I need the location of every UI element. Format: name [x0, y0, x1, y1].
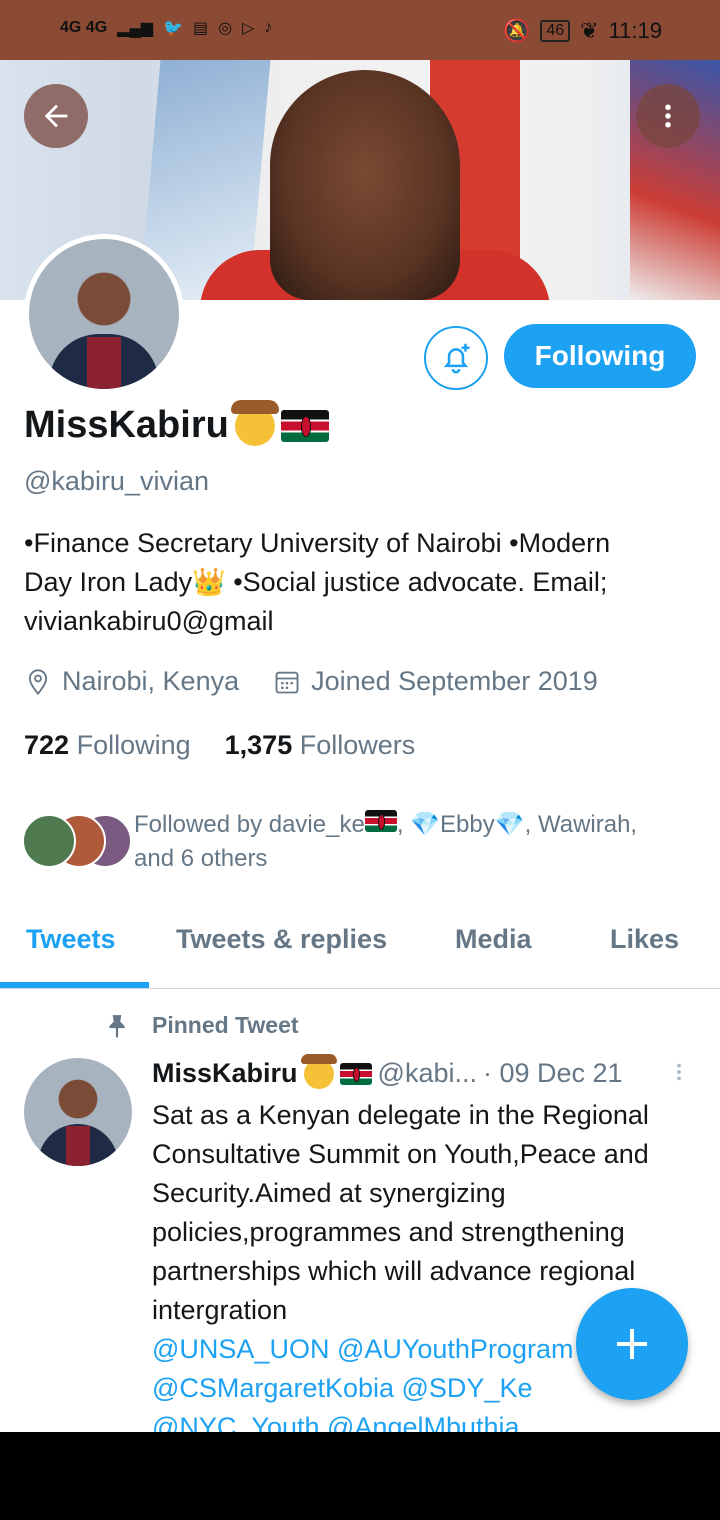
following-count-link[interactable]: 722 Following: [24, 730, 191, 761]
mentions-line-3[interactable]: @NYC_Youth @AngelMbuthia: [152, 1408, 720, 1432]
bell-plus-icon: [443, 343, 470, 374]
bio-line-2b: •Social justice advocate. Email;: [225, 567, 608, 597]
location-text: Nairobi, Kenya: [62, 666, 240, 696]
status-icons-right: 🔕 46 ❦ 11:19: [503, 18, 662, 44]
cowboy-emoji: [300, 1053, 337, 1089]
following-label: Following: [76, 730, 191, 760]
tweet-avatar-shirt: [66, 1126, 90, 1166]
battery-indicator: 46: [540, 20, 571, 42]
bio-line-2a: Day Iron Lady: [24, 567, 193, 597]
joined-text: Joined September 2019: [311, 666, 598, 696]
tab-likes[interactable]: Likes: [610, 924, 679, 955]
tab-tweets[interactable]: Tweets: [26, 924, 116, 955]
active-tab-indicator: [0, 982, 149, 988]
pin-icon: [109, 1014, 125, 1038]
bio-line-2: Day Iron Lady👑 •Social justice advocate.…: [24, 563, 704, 602]
banner-portrait: [270, 70, 460, 300]
tiktok-icon: ♪: [264, 19, 273, 36]
status-icons-left: 4G 4G ▂▄▆ 🐦 ▤ ◎ ▷ ♪: [60, 18, 272, 38]
tweet-date: · 09 Dec 21: [483, 1058, 623, 1088]
back-button[interactable]: [24, 84, 88, 148]
bio-line-1: •Finance Secretary University of Nairobi…: [24, 528, 611, 558]
profile-name-text: MissKabiru: [24, 404, 229, 446]
followers-count-link[interactable]: 1,375 Followers: [225, 730, 416, 761]
profile-tabs: Tweets Tweets & replies Media Likes: [0, 912, 720, 989]
kenya-flag-emoji: [339, 1062, 372, 1085]
compose-tweet-button[interactable]: [576, 1288, 688, 1400]
tab-tweets-replies[interactable]: Tweets & replies: [176, 924, 387, 955]
profile-name: MissKabiru: [24, 399, 329, 447]
crown-emoji: 👑: [192, 567, 226, 597]
tab-media[interactable]: Media: [455, 924, 532, 955]
followers-count: 1,375: [224, 730, 293, 760]
signal-icon: ▂▄▆: [117, 20, 154, 37]
profile-bio: •Finance Secretary University of Nairobi…: [24, 524, 704, 641]
notifications-button[interactable]: [424, 326, 488, 390]
network-signal-label: 4G 4G: [60, 19, 108, 36]
screen: 4G 4G ▂▄▆ 🐦 ▤ ◎ ▷ ♪ 🔕 46 ❦ 11:19 Followi…: [0, 0, 720, 1432]
arrow-left-icon: [44, 104, 68, 128]
follow-counts: 722 Following 1,375 Followers: [24, 730, 415, 761]
cowboy-emoji: [230, 399, 279, 446]
leaf-icon: ❦: [580, 18, 599, 43]
followed-by-part-a: Followed by davie_ke: [134, 811, 365, 838]
more-options-button[interactable]: [636, 84, 700, 148]
bio-line-3[interactable]: viviankabiru0@gmail: [24, 602, 704, 641]
followed-by-part-c: and 6 others: [134, 845, 268, 872]
profile-avatar[interactable]: [24, 234, 184, 394]
calendar-icon: [275, 671, 299, 693]
followed-by-avatars[interactable]: [22, 814, 132, 868]
status-bar: 4G 4G ▂▄▆ 🐦 ▤ ◎ ▷ ♪ 🔕 46 ❦ 11:19: [0, 0, 720, 60]
instagram-icon: ◎: [218, 20, 233, 37]
followers-label: Followers: [299, 730, 416, 760]
location-pin-icon: [28, 668, 48, 695]
tweet-avatar[interactable]: [24, 1058, 132, 1166]
profile-handle: @kabiru_vivian: [24, 466, 209, 496]
following-count: 722: [24, 730, 70, 760]
followed-by-text[interactable]: Followed by davie_ke , 💎Ebby💎, Wawirah, a…: [134, 808, 694, 876]
more-vertical-icon: [665, 104, 671, 128]
tweet-handle: @kabi...: [377, 1058, 477, 1088]
kenya-flag-emoji: [280, 409, 329, 442]
avatar-shirt: [87, 337, 121, 389]
following-button[interactable]: Following: [504, 324, 696, 388]
pinned-label-text: Pinned Tweet: [152, 1012, 299, 1038]
plus-icon: [617, 1329, 647, 1359]
clock-time: 11:19: [608, 18, 662, 43]
follower-avatar-1: [22, 814, 76, 868]
more-vertical-icon: [677, 1063, 681, 1081]
tweet-more-button[interactable]: [668, 1058, 690, 1093]
twitter-icon: 🐦: [163, 20, 184, 37]
play-icon: ▷: [242, 20, 255, 37]
tweet-author[interactable]: MissKabiru: [152, 1058, 298, 1089]
message-icon: ▤: [193, 20, 209, 37]
kenya-flag-emoji: [364, 810, 397, 832]
followed-by-part-b: , 💎Ebby💎, Wawirah,: [396, 811, 638, 838]
profile-meta: Nairobi, Kenya Joined September 2019: [24, 666, 598, 697]
pinned-tweet-label: Pinned Tweet: [104, 1012, 299, 1039]
tweet-header: MissKabiru @kabi... · 09 Dec 21: [152, 1053, 623, 1089]
mute-icon: 🔕: [502, 18, 531, 43]
